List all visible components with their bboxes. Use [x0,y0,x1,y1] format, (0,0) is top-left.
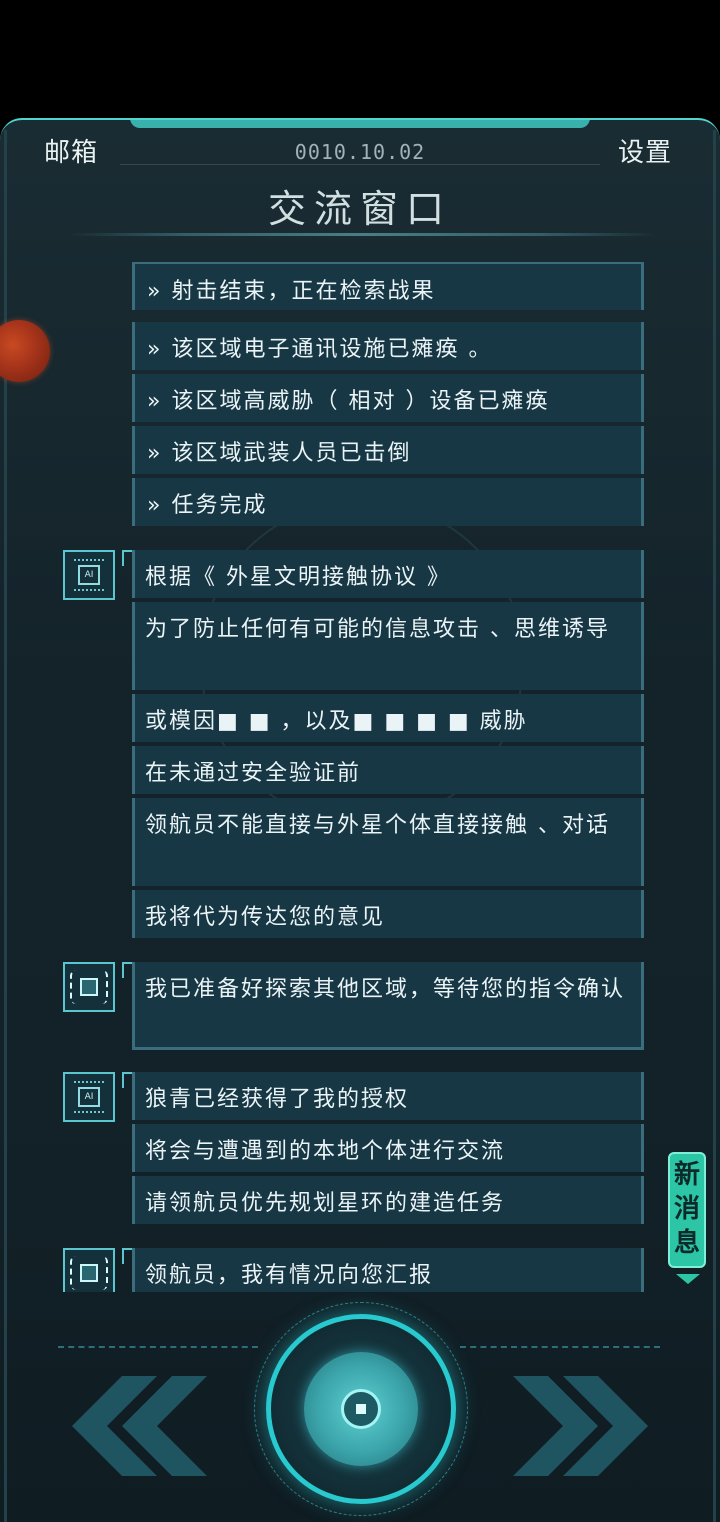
game-date: 0010.10.02 [294,140,426,164]
ai-message: 将会与遭遇到的本地个体进行交流 [132,1124,644,1172]
double-chevron-left-icon[interactable] [62,1376,212,1476]
chip-core [80,1264,98,1282]
new-message-arrow-icon[interactable] [676,1274,700,1284]
game-window: 邮箱 0010.10.02 设置 交流窗口 » 射击结束，正在检索战果 » 该区… [0,118,720,1522]
ai-message: 根据《 外星文明接触协议 》 [132,550,644,598]
title-divider [68,233,658,236]
header-divider [120,164,600,165]
ai-message: 为了防止任何有可能的信息攻击 、思维诱导 [132,602,644,690]
ai-message: 我将代为传达您的意见 [132,890,644,938]
bot-message: 领航员，我有情况向您汇报 [132,1248,644,1292]
chat-log[interactable]: » 射击结束，正在检索战果 » 该区域电子通讯设施已瘫痪 。 » 该区域高威胁（… [0,262,720,1292]
ai-chip-icon[interactable]: AI [63,550,115,600]
new-message-badge[interactable]: 新消息 [668,1152,706,1268]
bot-message: 我已准备好探索其他区域，等待您的指令确认 [132,962,644,1050]
bottom-dashed-line-right [460,1346,660,1348]
system-message: » 该区域武装人员已击倒 [132,426,644,474]
frame-glow [130,120,590,128]
page-title: 交流窗口 [267,187,452,231]
ai-chip-icon[interactable]: AI [63,1072,115,1122]
chip-label: AI [78,565,100,585]
system-message: » 射击结束，正在检索战果 [132,262,644,310]
double-chevron-right-icon[interactable] [508,1376,658,1476]
system-message: » 该区域电子通讯设施已瘫痪 。 [132,322,644,370]
ai-message: 或模因■ ■ ，以及■ ■ ■ ■ 威胁 [132,694,644,742]
chip-label: AI [78,1087,100,1107]
system-message: » 任务完成 [132,478,644,526]
bot-chip-icon[interactable] [63,1248,115,1292]
ai-message: 请领航员优先规划星环的建造任务 [132,1176,644,1224]
bottom-dashed-line-left [58,1346,258,1348]
bot-chip-icon[interactable] [63,962,115,1012]
chip-core [80,978,98,996]
ai-message: 狼青已经获得了我的授权 [132,1072,644,1120]
settings-button[interactable]: 设置 [618,132,672,169]
dial-dot [356,1404,366,1414]
ai-message: 在未通过安全验证前 [132,746,644,794]
system-message: » 该区域高威胁（ 相对 ）设备已瘫痪 [132,374,644,422]
ai-message: 领航员不能直接与外星个体直接接触 、对话 [132,798,644,886]
